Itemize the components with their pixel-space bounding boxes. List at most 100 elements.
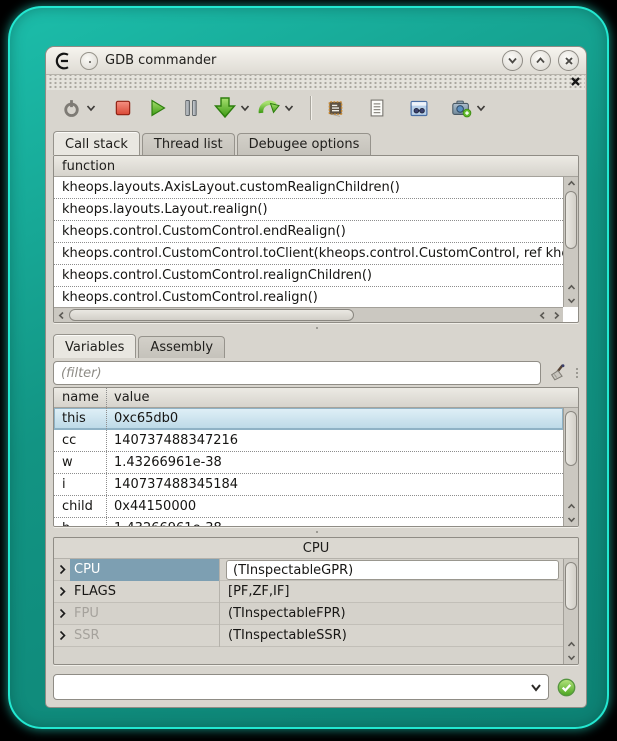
callstack-row[interactable]: kheops.control.CustomControl.toClient(kh… — [54, 243, 563, 265]
variables-vertical-scrollbar[interactable] — [563, 408, 578, 526]
chevron-down-icon — [240, 104, 250, 112]
chevron-down-icon — [530, 683, 542, 692]
chevron-down-icon — [284, 104, 294, 112]
start-options-chevron[interactable] — [84, 94, 98, 122]
chevron-up-icon — [535, 56, 546, 65]
step-into-arrow-icon — [213, 96, 237, 120]
scrollbar-thumb[interactable] — [565, 562, 577, 610]
app-logo-icon — [53, 51, 73, 71]
callstack-row[interactable]: kheops.layouts.AxisLayout.customRealignC… — [54, 177, 563, 199]
gdb-command-combobox[interactable] — [53, 674, 549, 700]
scroll-left-icon[interactable] — [54, 308, 68, 323]
variables-list: this 0xc65db0 cc 140737488347216 w 1.432… — [54, 408, 563, 526]
callstack-column-header[interactable]: function — [54, 156, 578, 177]
toolbar-separator — [310, 96, 312, 120]
step-over-arrow-icon — [257, 96, 281, 120]
combo-dropdown-chevron[interactable] — [524, 683, 548, 692]
expand-chevron-icon[interactable] — [54, 608, 70, 619]
snapshot-button[interactable] — [448, 94, 474, 122]
registers-view-button[interactable] — [322, 94, 348, 122]
clear-filter-button[interactable] — [546, 361, 570, 385]
scroll-up-icon[interactable] — [564, 177, 579, 190]
output-list-button[interactable] — [364, 94, 390, 122]
variables-panel: name value this 0xc65db0 cc 140737488347… — [53, 387, 579, 527]
continue-button[interactable] — [144, 94, 170, 122]
callstack-list: kheops.layouts.AxisLayout.customRealignC… — [54, 177, 563, 307]
snapshot-options-chevron[interactable] — [474, 94, 488, 122]
scrollbar-thumb[interactable] — [565, 191, 577, 249]
variable-row[interactable]: w 1.43266961e-38 — [54, 452, 563, 474]
variable-row[interactable]: h 1.43266961e-38 — [54, 518, 563, 526]
scroll-down-icon[interactable] — [564, 294, 579, 307]
chevron-down-icon — [507, 56, 518, 65]
variables-filter-row — [46, 359, 586, 387]
tab[interactable]: Variables — [53, 334, 136, 358]
gdb-command-input[interactable] — [60, 676, 524, 698]
scroll-up-icon[interactable] — [564, 638, 579, 651]
stop-button[interactable] — [110, 94, 136, 122]
variable-row[interactable]: cc 140737488347216 — [54, 430, 563, 452]
tab[interactable]: Assembly — [138, 336, 225, 358]
send-command-button[interactable] — [556, 677, 577, 698]
variables-header[interactable]: name value — [54, 388, 578, 408]
dock-window-button[interactable] — [502, 50, 523, 71]
callstack-horizontal-scrollbar[interactable] — [54, 307, 563, 322]
titlebar[interactable]: GDB commander — [46, 47, 586, 75]
step-over-options-chevron[interactable] — [282, 94, 296, 122]
watch-window-button[interactable] — [406, 94, 432, 122]
expand-chevron-icon[interactable] — [54, 564, 70, 575]
variables-tabbar: VariablesAssembly — [46, 333, 586, 358]
step-into-button[interactable] — [212, 94, 238, 122]
scrollbar-thumb[interactable] — [565, 411, 577, 466]
callstack-row[interactable]: kheops.control.CustomControl.endRealign(… — [54, 221, 563, 243]
cpu-register-row[interactable]: FLAGS [PF,ZF,IF] — [54, 581, 563, 603]
callstack-vertical-scrollbar[interactable] — [563, 177, 578, 307]
cpu-register-list: CPU (TInspectableGPR) FLAGS [PF,ZF,IF] F… — [54, 559, 563, 664]
column-name[interactable]: name — [54, 388, 107, 407]
close-window-button[interactable] — [558, 50, 579, 71]
cpu-register-row[interactable]: CPU (TInspectableGPR) — [54, 559, 563, 581]
scroll-up-icon[interactable] — [564, 281, 579, 294]
dock-handle-strip[interactable] — [47, 75, 585, 90]
pause-button[interactable] — [178, 94, 204, 122]
variable-row[interactable]: child 0x44150000 — [54, 496, 563, 518]
scroll-left-icon[interactable] — [535, 308, 549, 323]
variable-row[interactable]: this 0xc65db0 — [54, 408, 563, 430]
cpu-vertical-scrollbar[interactable] — [563, 559, 578, 664]
expand-chevron-icon[interactable] — [54, 586, 70, 597]
column-value[interactable]: value — [107, 388, 578, 407]
tab[interactable]: Debugee options — [237, 133, 372, 155]
cpu-register-row[interactable]: FPU (TInspectableFPR) — [54, 603, 563, 625]
scrollbar-thumb[interactable] — [69, 309, 354, 321]
panel-close-icon[interactable] — [570, 76, 581, 87]
debug-toolbar — [46, 90, 586, 126]
pause-icon — [182, 97, 200, 119]
expand-chevron-icon[interactable] — [54, 630, 70, 641]
callstack-row[interactable]: kheops.layouts.Layout.realign() — [54, 199, 563, 221]
callstack-row[interactable]: kheops.control.CustomControl.realignChil… — [54, 265, 563, 287]
window-menu-button[interactable] — [80, 52, 98, 70]
tab[interactable]: Call stack — [53, 131, 140, 155]
camera-add-icon — [450, 97, 473, 119]
tab[interactable]: Thread list — [142, 133, 235, 155]
scroll-up-icon[interactable] — [564, 500, 579, 513]
callstack-row[interactable]: kheops.control.CustomControl.realign() — [54, 287, 563, 307]
maximize-window-button[interactable] — [530, 50, 551, 71]
cpu-register-row[interactable]: SSR (TInspectableSSR) — [54, 625, 563, 647]
horizontal-splitter[interactable] — [46, 323, 586, 333]
panel-splitter-handle[interactable] — [575, 368, 579, 378]
start-stop-button[interactable] — [58, 94, 84, 122]
step-into-options-chevron[interactable] — [238, 94, 252, 122]
chevron-down-icon — [86, 104, 96, 112]
horizontal-splitter[interactable] — [46, 527, 586, 537]
scroll-down-icon[interactable] — [564, 513, 579, 526]
filter-input[interactable] — [53, 361, 541, 385]
scroll-down-icon[interactable] — [564, 651, 579, 664]
play-icon — [147, 97, 167, 119]
callstack-tabbar: Call stackThread listDebugee options — [46, 130, 586, 155]
chevron-down-icon — [476, 104, 486, 112]
scroll-right-icon[interactable] — [549, 308, 563, 323]
document-list-icon — [367, 97, 387, 119]
step-over-button[interactable] — [256, 94, 282, 122]
variable-row[interactable]: i 140737488345184 — [54, 474, 563, 496]
